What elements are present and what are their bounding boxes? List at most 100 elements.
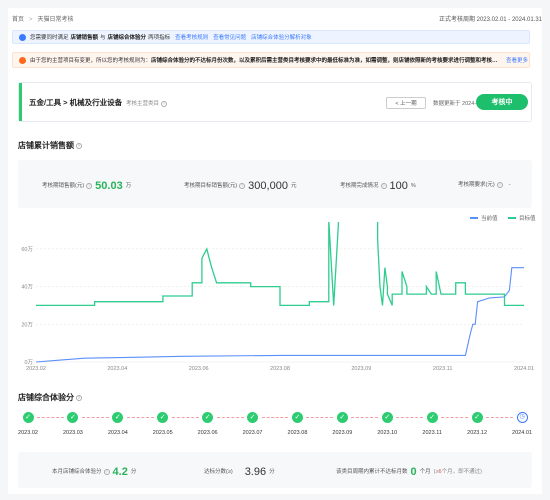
stat-period-sales: 考核期销售额(元)? 50.03 万 <box>42 180 131 192</box>
timeline-month-label: 2024.01 <box>512 430 532 436</box>
timeline-connector <box>81 417 109 418</box>
x-tick-label: 2023.09 <box>351 366 371 372</box>
timeline-connector <box>486 417 513 418</box>
stat-label: 考核期目标销售额(元) <box>184 183 238 189</box>
breadcrumb-current: 天猫日常考核 <box>37 17 74 23</box>
x-tick-label: 2023.08 <box>270 366 290 372</box>
timeline-month-label: 2023.11 <box>422 430 442 436</box>
passed-check-icon: ✓ <box>381 412 393 423</box>
timeline-month-label: 2023.05 <box>152 430 173 436</box>
y-tick-label: 0万 <box>24 359 33 366</box>
x-tick-label: 2024.01 <box>514 366 534 372</box>
help-icon[interactable]: ? <box>76 142 82 149</box>
stat-unit: 分 <box>130 469 137 475</box>
help-icon[interactable]: ? <box>496 181 503 188</box>
view-rules-link[interactable]: 查看考核规则 <box>175 33 208 41</box>
warning-bold-text: 店铺综合体验分的不达标月份次数，以及累积后需主营类目考核要求中的最低标准为准，如… <box>151 58 502 64</box>
category-subtitle-text: 考核主营类目 <box>126 101 160 107</box>
help-icon[interactable]: ? <box>161 100 168 107</box>
stat-target-sales: 考核期目标销售额(元)? 300,000 元 <box>184 180 296 192</box>
breadcrumb: 首页 > 天猫日常考核 <box>12 14 74 23</box>
help-icon[interactable]: ? <box>76 394 82 401</box>
passed-check-icon: ✓ <box>471 412 483 423</box>
timeline-month-label: 2023.06 <box>197 430 218 436</box>
notice-metric-sales: 店铺销售额 <box>70 35 99 41</box>
help-icon[interactable]: ? <box>239 182 246 189</box>
passed-check-icon: ✓ <box>291 412 303 423</box>
stat-label: 本月店铺综合体验分 <box>52 469 102 475</box>
stat-value: 50.03 <box>95 180 123 192</box>
stat-unit: % <box>410 183 416 189</box>
stat-fail-months: 该类目周期内累计不达标月数 0 个月 (≥6个月，即不通过) <box>336 466 482 478</box>
fail-note: (≥6个月，即不通过) <box>434 469 482 475</box>
notice-joiner: 与 <box>100 35 106 41</box>
timeline-connector <box>306 417 334 418</box>
legend-current-label: 当前值 <box>481 216 498 222</box>
help-icon[interactable]: ? <box>86 182 93 189</box>
timeline-connector <box>396 417 424 418</box>
info-icon <box>19 33 26 41</box>
timeline-month-label: 2023.03 <box>62 430 83 436</box>
stat-label: 考核期完成情况 <box>340 183 379 189</box>
timeline-connector <box>351 417 379 418</box>
legend-target-swatch <box>508 217 516 219</box>
series-target-line <box>36 222 524 307</box>
x-tick-label: 2023.11 <box>433 366 452 372</box>
series-current-line <box>35 267 524 363</box>
passed-check-icon: ✓ <box>202 412 214 423</box>
category-name: 五金/工具 > 机械及行业设备 <box>29 98 123 107</box>
help-icon[interactable]: ? <box>380 182 387 189</box>
legend-current-swatch <box>470 217 478 219</box>
x-tick-label: 2023.04 <box>107 366 127 372</box>
view-faq-link[interactable]: 查看常见问题 <box>213 33 246 41</box>
stat-unit: 个月 <box>419 469 431 475</box>
stat-value: 0 <box>410 466 417 478</box>
sales-stats: 考核期销售额(元)? 50.03 万 考核期目标销售额(元)? 300,000 元 考核… <box>18 160 532 208</box>
experience-stats: 本月店铺综合体验分? 4.2 分 达标分数(≥) 3.96 分 该类目周期内累计不达标月… <box>18 452 532 488</box>
stat-completion: 考核期完成情况? 100% <box>340 180 416 192</box>
stat-requirement: 考核期要求(元)? - <box>458 180 511 188</box>
timeline-month-label: 2023.04 <box>107 430 128 436</box>
assessment-period: 正式考核周期 2023.02.01 - 2024.01.31 <box>438 17 542 23</box>
timeline-connector <box>171 417 199 418</box>
stat-monthly-score: 本月店铺综合体验分? 4.2 分 <box>52 466 136 478</box>
breadcrumb-separator: > <box>29 17 33 23</box>
timeline-month-label: 2023.10 <box>377 430 398 436</box>
stat-unit: 分 <box>269 469 275 475</box>
stat-label: 考核期销售额(元) <box>42 183 85 189</box>
notice-text: 您需要同时满足 <box>30 35 69 41</box>
timeline-connector <box>216 417 244 418</box>
timeline-month-label: 2023.08 <box>287 430 308 436</box>
timeline-month-label: 2023.12 <box>467 430 488 436</box>
legend-target-label: 目标值 <box>519 216 536 222</box>
breadcrumb-home[interactable]: 首页 <box>12 17 24 23</box>
stat-unit: 元 <box>290 183 297 189</box>
warning-icon <box>19 56 26 64</box>
x-tick-label: 2023.02 <box>26 366 46 372</box>
stat-pass-score: 达标分数(≥) 3.96 分 <box>204 466 275 478</box>
help-icon[interactable]: ? <box>103 468 110 475</box>
sales-section-title: 店铺累计销售额? <box>18 140 82 151</box>
view-more-link[interactable]: 查看更多 <box>506 56 528 64</box>
fail-note-suffix: 个月，即不通过) <box>441 469 482 475</box>
stat-unit: 万 <box>125 183 132 189</box>
passed-check-icon: ✓ <box>112 412 124 423</box>
category-panel: 五金/工具 > 机械及行业设备 考核主营类目? < 上一期 数据更新于 2024… <box>18 82 532 122</box>
timeline-connector <box>37 417 64 418</box>
y-tick-label: 60万 <box>21 246 33 253</box>
passed-check-icon: ✓ <box>67 412 79 423</box>
stat-value: 3.96 <box>244 466 267 478</box>
category-accent-bar <box>19 83 22 121</box>
category-subtitle: 考核主营类目? <box>126 99 168 107</box>
stat-value: 4.2 <box>112 466 128 478</box>
passed-check-icon: ✓ <box>426 412 438 423</box>
timeline-month-label: 2023.09 <box>332 430 353 436</box>
timeline-connector <box>441 417 469 418</box>
stat-label: 达标分数(≥) <box>204 469 233 475</box>
stat-value: - <box>508 182 511 188</box>
timeline-month-label: 2023.02 <box>18 430 38 436</box>
view-experience-link[interactable]: 店铺综合体验分解析对象 <box>251 33 312 41</box>
previous-period-button[interactable]: < 上一期 <box>386 97 426 109</box>
x-tick-label: 2023.06 <box>189 366 209 372</box>
stat-value: 300,000 <box>248 180 288 192</box>
